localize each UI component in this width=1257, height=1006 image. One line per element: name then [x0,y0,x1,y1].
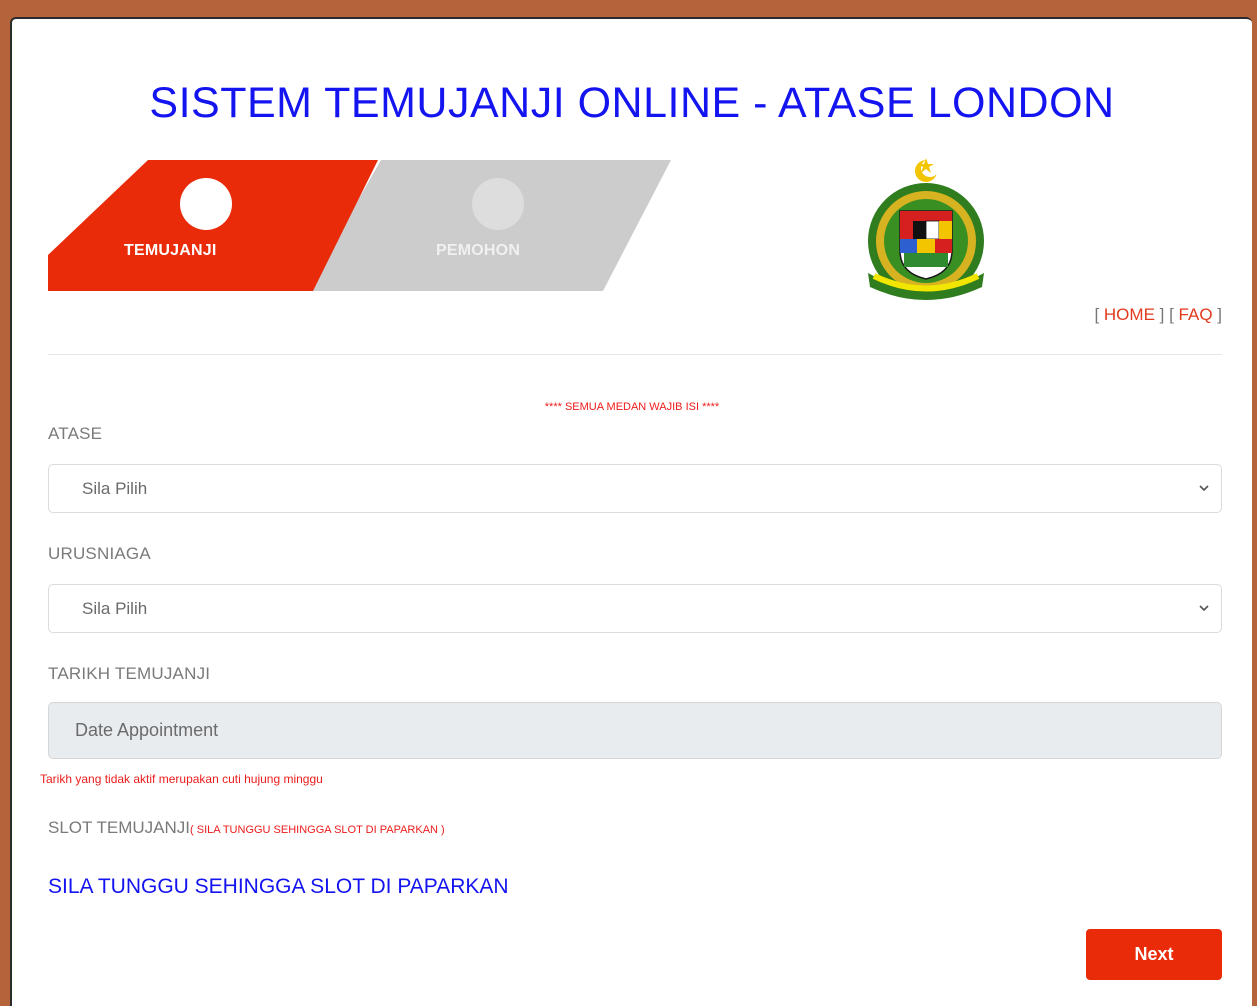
atase-label: ATASE [48,424,103,443]
home-link[interactable]: HOME [1104,305,1155,324]
step-label: PEMOHON [436,242,521,259]
urusniaga-select-value: Sila Pilih [82,599,148,618]
step-circle-icon [180,178,232,230]
date-appointment-input[interactable] [48,702,1222,759]
progress-steps: TEMUJANJI PEMOHON [48,160,678,291]
bracket-text: [ [1094,305,1104,324]
weekend-hint: Tarikh yang tidak aktif merupakan cuti h… [40,772,323,786]
next-button[interactable]: Next [1086,929,1222,980]
step-label: TEMUJANJI [124,242,217,259]
slot-label: SLOT TEMUJANJI( SILA TUNGGU SEHINGGA SLO… [48,818,445,838]
chevron-down-icon [1199,605,1209,612]
chevron-down-icon [1199,485,1209,492]
slot-waiting-message: SILA TUNGGU SEHINGGA SLOT DI PAPARKAN [48,875,509,898]
slot-note: ( SILA TUNGGU SEHINGGA SLOT DI PAPARKAN … [190,824,445,836]
page-title: SISTEM TEMUJANJI ONLINE - ATASE LONDON [149,79,1115,127]
required-fields-note: **** SEMUA MEDAN WAJIB ISI **** [544,401,720,413]
urusniaga-select[interactable]: Sila Pilih [48,584,1222,633]
atase-select[interactable]: Sila Pilih [48,464,1222,513]
imigresen-emblem-icon [868,158,984,300]
faq-link[interactable]: FAQ [1179,305,1213,324]
slot-label-text: SLOT TEMUJANJI [48,818,191,837]
bracket-text: ] [1212,305,1222,324]
urusniaga-label: URUSNIAGA [48,544,151,563]
step-circle-icon [472,178,524,230]
divider [48,354,1222,355]
tarikh-label: TARIKH TEMUJANJI [48,664,211,683]
atase-select-value: Sila Pilih [82,479,148,498]
main-panel: SISTEM TEMUJANJI ONLINE - ATASE LONDON T… [10,17,1252,1006]
top-links: [ HOME ] [ FAQ ] [1094,305,1222,325]
bracket-text: ] [ [1154,305,1179,324]
